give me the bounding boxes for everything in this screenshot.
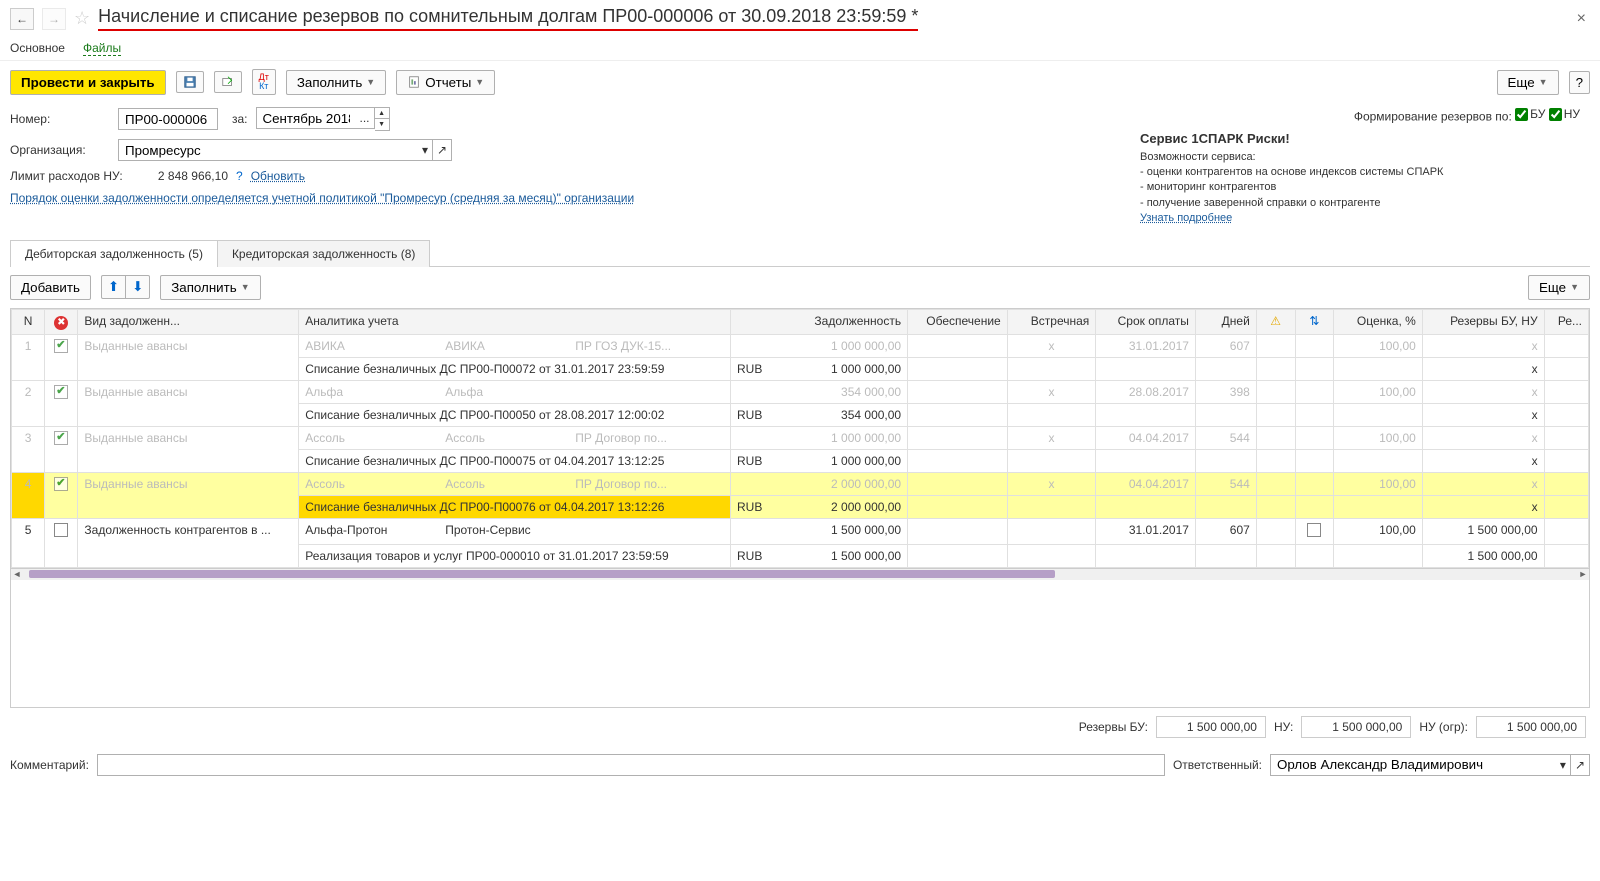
scroll-left-button[interactable]: ◄: [11, 569, 23, 579]
chevron-down-icon: ▼: [1570, 282, 1579, 292]
org-input[interactable]: [118, 139, 418, 161]
bu-checkbox[interactable]: [1515, 108, 1528, 121]
post-close-button[interactable]: Провести и закрыть: [10, 70, 166, 95]
period-down-button[interactable]: ▼: [375, 119, 389, 130]
window-title: Начисление и списание резервов по сомнит…: [98, 6, 918, 31]
grid[interactable]: N ✖ Вид задолженн... Аналитика учета Зад…: [10, 308, 1590, 708]
row-checkbox[interactable]: [54, 523, 68, 537]
warning-icon: ⚠: [1270, 314, 1281, 328]
add-button[interactable]: Добавить: [10, 275, 91, 300]
table-row[interactable]: 1Выданные авансыАВИКААВИКАПР ГОЗ ДУК-15.…: [12, 334, 1589, 357]
save-icon: [183, 75, 197, 89]
org-open-button[interactable]: ↗: [433, 139, 452, 161]
col-pct[interactable]: Оценка, %: [1334, 309, 1423, 334]
limit-value: 2 848 966,10: [148, 169, 228, 183]
total-bu-label: Резервы БУ:: [1079, 720, 1148, 734]
fill-grid-button[interactable]: Заполнить ▼: [160, 275, 260, 300]
number-input[interactable]: [118, 108, 218, 130]
fill-button[interactable]: Заполнить ▼: [286, 70, 386, 95]
limit-label: Лимит расходов НУ:: [10, 169, 140, 183]
close-button[interactable]: ×: [1573, 10, 1590, 28]
col-analytics[interactable]: Аналитика учета: [299, 309, 731, 334]
col-delete[interactable]: ✖: [45, 309, 78, 334]
table-row[interactable]: 4Выданные авансыАссольАссольПР Договор п…: [12, 472, 1589, 495]
spark-sub: Возможности сервиса:: [1140, 150, 1580, 165]
period-up-button[interactable]: ▲: [375, 108, 389, 119]
save-button[interactable]: [176, 71, 204, 93]
refresh-link[interactable]: Обновить: [251, 169, 305, 183]
org-label: Организация:: [10, 143, 110, 157]
table-row[interactable]: 5Задолженность контрагентов в ...Альфа-П…: [12, 518, 1589, 544]
resp-input[interactable]: [1270, 754, 1556, 776]
col-n[interactable]: N: [12, 309, 45, 334]
help-button[interactable]: ?: [1569, 71, 1590, 94]
reports-button[interactable]: Отчеты ▼: [396, 70, 495, 95]
col-counter[interactable]: Встречная: [1007, 309, 1096, 334]
col-sort[interactable]: ⇅: [1295, 309, 1334, 334]
period-input[interactable]: [256, 107, 356, 129]
report-icon: [407, 75, 421, 89]
move-up-button[interactable]: ⬆: [101, 275, 126, 299]
chevron-down-icon: ▼: [1539, 77, 1548, 87]
total-nu-label: НУ:: [1274, 720, 1293, 734]
period-label: за:: [232, 112, 248, 126]
resp-dropdown-button[interactable]: ▾: [1556, 754, 1571, 776]
row-checkbox[interactable]: [54, 385, 68, 399]
total-nuogr-value: 1 500 000,00: [1476, 716, 1586, 738]
policy-link[interactable]: Порядок оценки задолженности определяетс…: [10, 191, 634, 205]
org-dropdown-button[interactable]: ▾: [418, 139, 433, 161]
tab-files[interactable]: Файлы: [83, 41, 121, 56]
move-down-button[interactable]: ⬇: [126, 275, 150, 299]
chevron-down-icon: ▼: [475, 77, 484, 87]
reserve-by-label: Формирование резервов по:: [1354, 110, 1512, 124]
col-due[interactable]: Срок оплаты: [1096, 309, 1196, 334]
delete-icon: ✖: [54, 316, 68, 330]
col-res2[interactable]: Ре...: [1544, 309, 1588, 334]
row-checkbox[interactable]: [54, 431, 68, 445]
scroll-right-button[interactable]: ►: [1577, 569, 1589, 579]
tab-main[interactable]: Основное: [10, 41, 65, 56]
total-nu-value: 1 500 000,00: [1301, 716, 1411, 738]
chevron-down-icon: ▼: [241, 282, 250, 292]
comment-input[interactable]: [97, 754, 1165, 776]
col-reserve[interactable]: Резервы БУ, НУ: [1422, 309, 1544, 334]
total-bu-value: 1 500 000,00: [1156, 716, 1266, 738]
post-icon: [221, 75, 235, 89]
more-grid-button[interactable]: Еще ▼: [1528, 275, 1590, 300]
more-button[interactable]: Еще ▼: [1497, 70, 1559, 95]
col-debt[interactable]: Задолженность: [730, 309, 907, 334]
nav-forward-button[interactable]: →: [42, 8, 66, 30]
col-days[interactable]: Дней: [1195, 309, 1256, 334]
sort-icon: ⇅: [1309, 314, 1319, 328]
dtct-icon: ДтКт: [259, 73, 269, 91]
scrollbar-thumb[interactable]: [29, 570, 1055, 578]
tab-debit[interactable]: Дебиторская задолженность (5): [10, 240, 218, 267]
nu-checkbox[interactable]: [1549, 108, 1562, 121]
spark-link[interactable]: Узнать подробнее: [1140, 212, 1232, 224]
sort-checkbox[interactable]: [1307, 523, 1321, 537]
period-open-button[interactable]: ...: [356, 107, 375, 129]
chevron-down-icon: ▼: [366, 77, 375, 87]
row-checkbox[interactable]: [54, 339, 68, 353]
spark-title: Сервис 1СПАРК Риски!: [1140, 130, 1580, 148]
number-label: Номер:: [10, 112, 110, 126]
limit-help-icon[interactable]: ?: [236, 169, 243, 183]
favorite-star-icon[interactable]: ☆: [74, 8, 90, 29]
post-button[interactable]: [214, 71, 242, 93]
resp-open-button[interactable]: ↗: [1571, 754, 1590, 776]
col-warn[interactable]: ⚠: [1256, 309, 1295, 334]
col-collateral[interactable]: Обеспечение: [908, 309, 1008, 334]
table-row[interactable]: 3Выданные авансыАссольАссольПР Договор п…: [12, 426, 1589, 449]
arrow-up-icon: ⬆: [108, 279, 119, 295]
dtct-button[interactable]: ДтКт: [252, 69, 276, 95]
resp-label: Ответственный:: [1173, 758, 1262, 772]
comment-label: Комментарий:: [10, 758, 89, 772]
col-type[interactable]: Вид задолженн...: [78, 309, 299, 334]
total-nuogr-label: НУ (огр):: [1419, 720, 1468, 734]
row-checkbox[interactable]: [54, 477, 68, 491]
nav-back-button[interactable]: ←: [10, 8, 34, 30]
tab-credit[interactable]: Кредиторская задолженность (8): [217, 240, 430, 267]
arrow-down-icon: ⬇: [132, 279, 143, 295]
table-row[interactable]: 2Выданные авансыАльфаАльфа354 000,00x28.…: [12, 380, 1589, 403]
